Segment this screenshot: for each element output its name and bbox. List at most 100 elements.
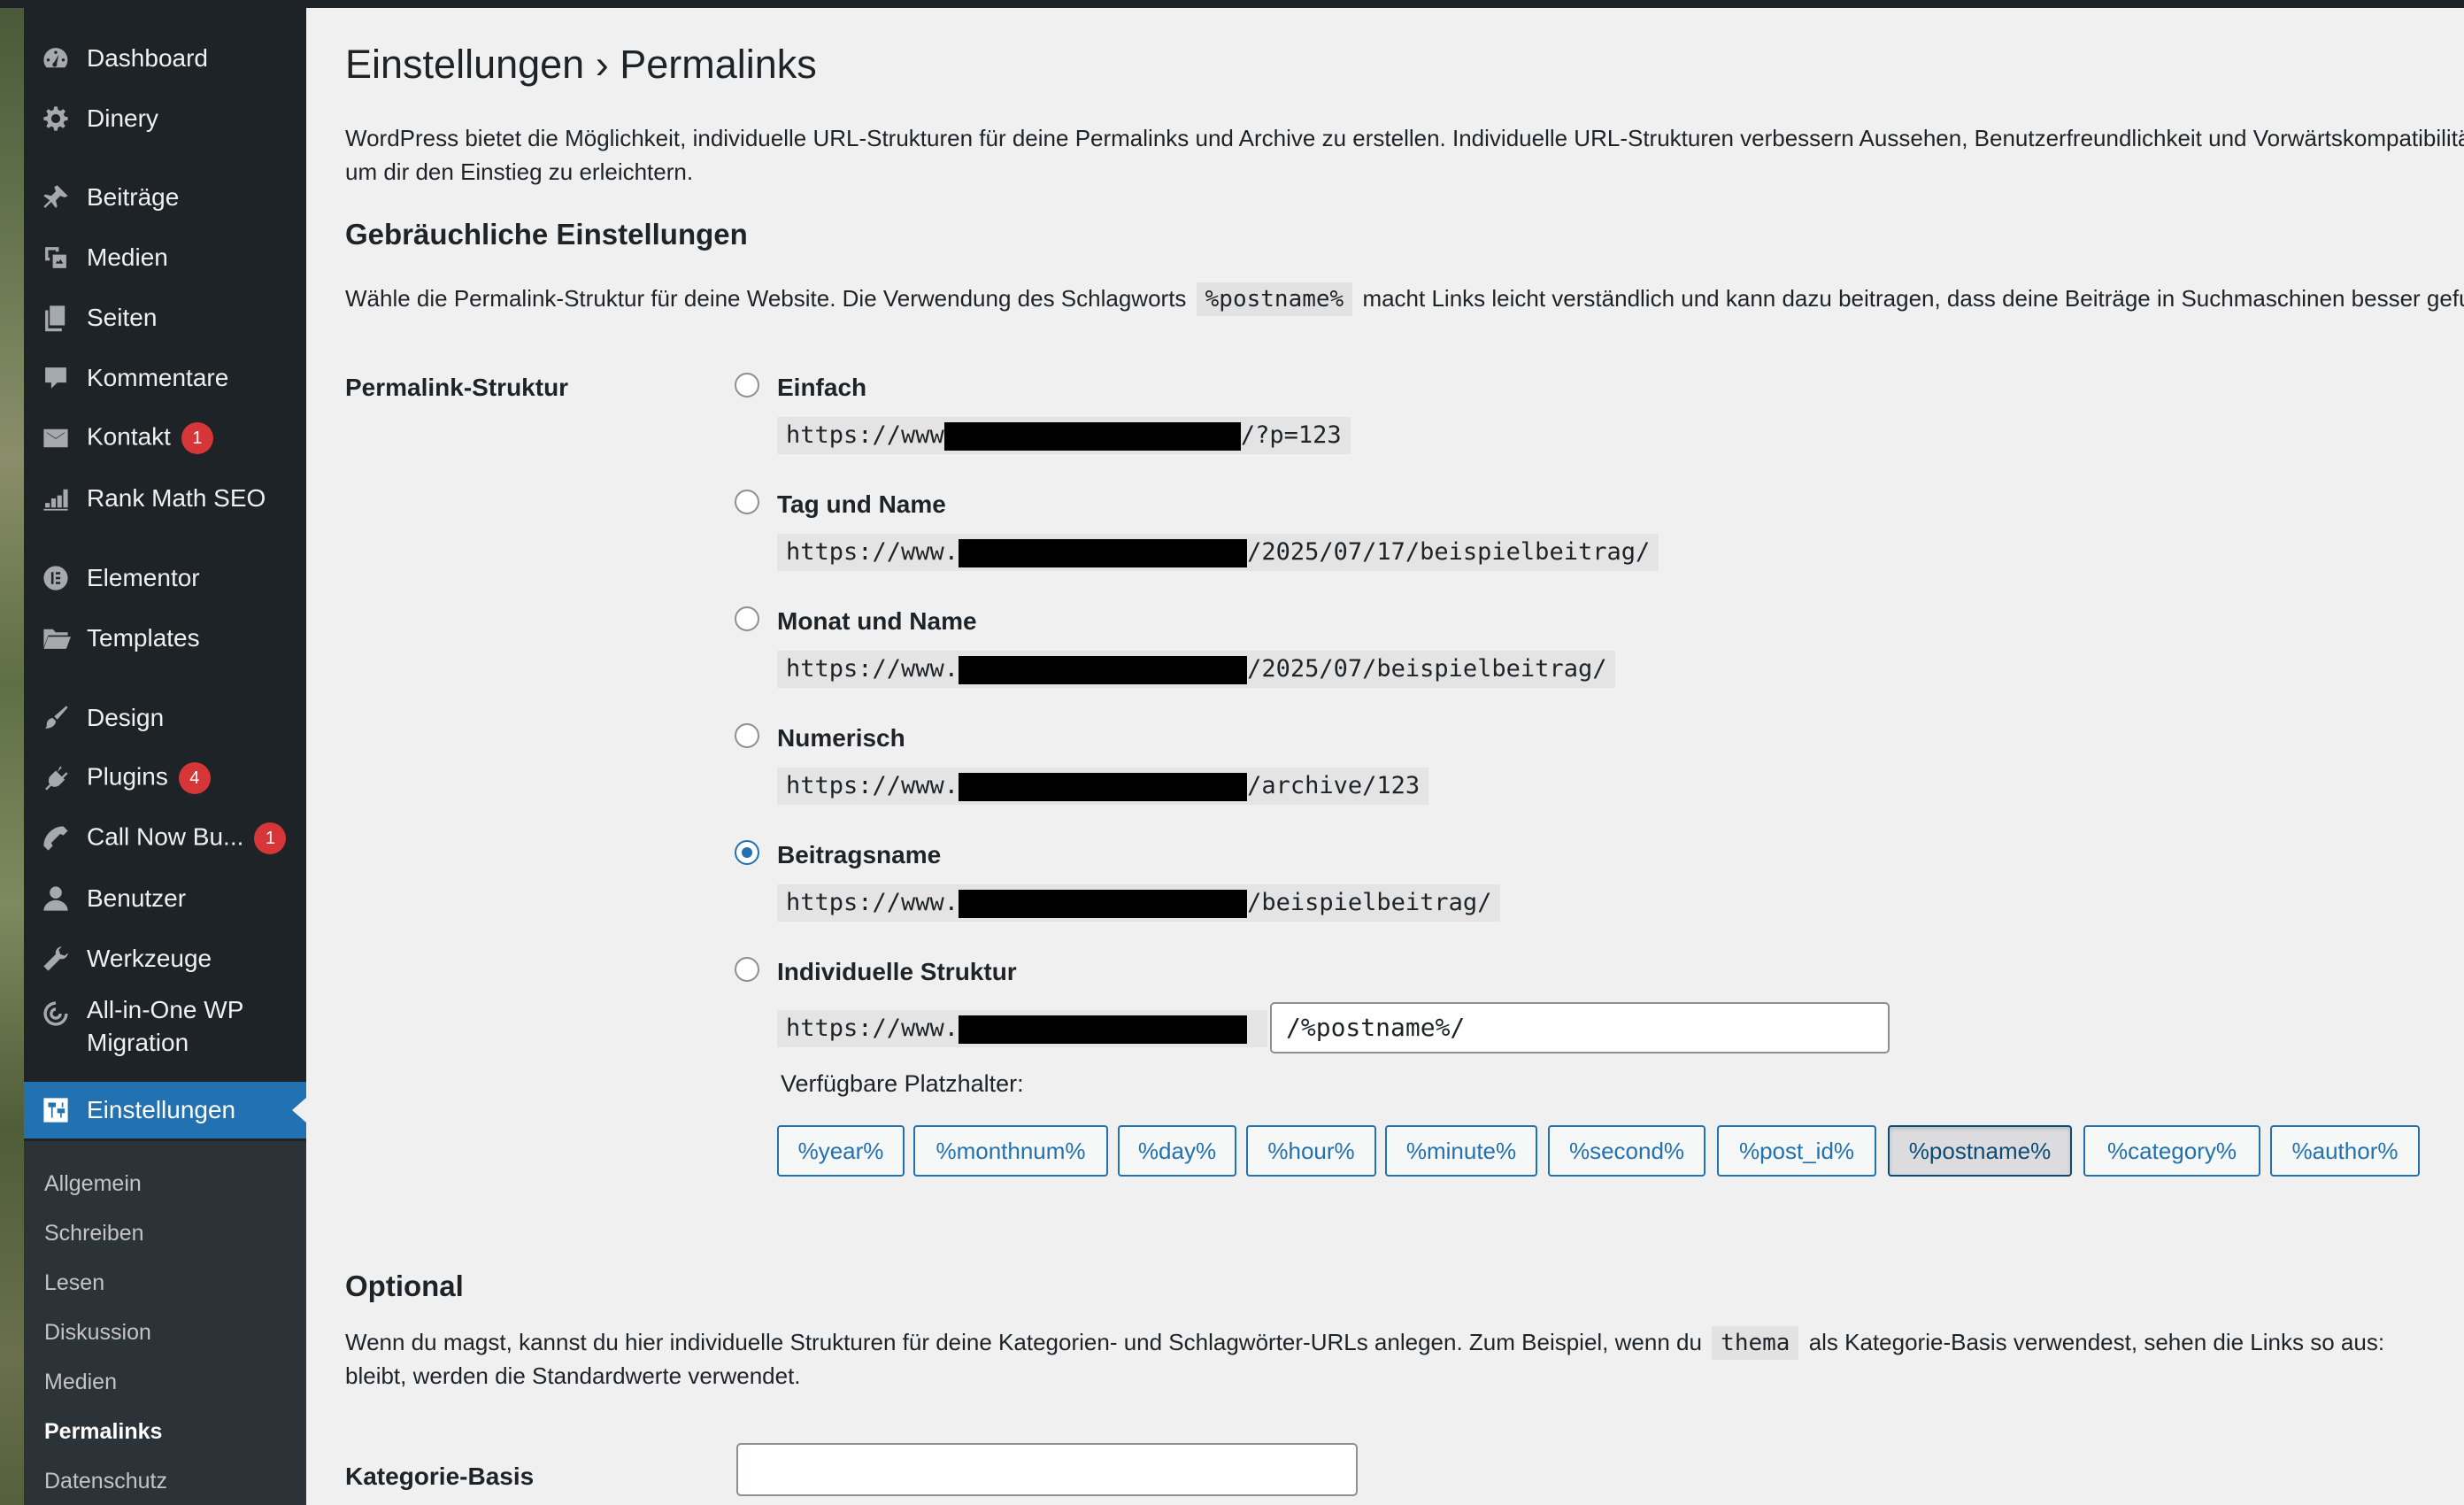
notification-badge: 4 (178, 762, 211, 794)
submenu-item-datenschutz[interactable]: Datenschutz (44, 1469, 167, 1494)
sidebar-item-all-in-one-wp-migration[interactable]: All-in-One WP Migration (24, 991, 306, 1061)
sidebar-item-kommentare[interactable]: Kommentare (24, 350, 306, 406)
sidebar-item-label: Call Now Bu... (87, 822, 244, 851)
admin-top-bar (0, 0, 2464, 8)
redacted-domain (959, 889, 1248, 918)
sidebar-item-dinery[interactable]: Dinery (24, 90, 306, 147)
sidebar-item-werkzeuge[interactable]: Werkzeuge (24, 930, 306, 987)
settings-submenu: Allgemein Schreiben Lesen Diskussion Med… (24, 1141, 306, 1505)
placeholder-button-hour[interactable]: %hour% (1246, 1125, 1376, 1177)
optional-description-line2: bleibt, werden die Standardwerte verwend… (345, 1362, 801, 1389)
placeholder-button-second[interactable]: %second% (1548, 1125, 1706, 1177)
settings-icon (38, 1092, 73, 1128)
sidebar-item-seiten[interactable]: Seiten (24, 289, 306, 346)
background-image-strip (0, 8, 24, 1505)
option-label-individuelle-struktur[interactable]: Individuelle Struktur (777, 958, 1017, 986)
sidebar-item-rank-math-seo[interactable]: Rank Math SEO (24, 470, 306, 527)
radio-beitragsname[interactable] (735, 840, 759, 865)
submenu-item-permalinks[interactable]: Permalinks (44, 1419, 162, 1445)
active-menu-arrow (292, 1098, 306, 1123)
notification-badge: 1 (181, 422, 213, 454)
sidebar-item-design[interactable]: Design (24, 690, 306, 746)
sidebar-item-templates[interactable]: Templates (24, 610, 306, 667)
submenu-item-diskussion[interactable]: Diskussion (44, 1320, 151, 1346)
sidebar-item-label: Plugins (87, 762, 168, 791)
mail-icon (38, 421, 73, 456)
placeholder-button-year[interactable]: %year% (777, 1125, 905, 1177)
redacted-domain (943, 421, 1241, 451)
admin-sidebar: Dashboard Dinery Beiträge Medien Seiten … (24, 8, 306, 1505)
pin-icon (38, 180, 73, 215)
comment-icon (38, 360, 73, 396)
redacted-domain (959, 1015, 1248, 1044)
submenu-item-allgemein[interactable]: Allgemein (44, 1171, 142, 1197)
placeholder-button-day[interactable]: %day% (1118, 1125, 1236, 1177)
sidebar-item-beitraege[interactable]: Beiträge (24, 169, 306, 226)
sidebar-item-einstellungen[interactable]: Einstellungen (24, 1082, 306, 1138)
permalink-structure-label: Permalink-Struktur (345, 374, 569, 401)
option-label-einfach[interactable]: Einfach (777, 374, 866, 402)
option-label-monat-und-name[interactable]: Monat und Name (777, 607, 977, 636)
url-example-beitragsname: https://www./beispielbeitrag/ (777, 884, 1501, 922)
media-icon (38, 240, 73, 275)
chart-icon (38, 481, 73, 516)
pages-icon (38, 300, 73, 336)
migration-icon (38, 996, 73, 1031)
option-label-tag-und-name[interactable]: Tag und Name (777, 490, 946, 519)
option-label-numerisch[interactable]: Numerisch (777, 724, 905, 752)
sidebar-item-call-now-button[interactable]: Call Now Bu... 1 (24, 810, 306, 867)
user-icon (38, 881, 73, 916)
common-settings-description: Wähle die Permalink-Struktur für deine W… (345, 282, 2464, 316)
optional-heading: Optional (345, 1270, 464, 1302)
placeholder-button-post-id[interactable]: %post_id% (1717, 1125, 1876, 1177)
url-example-monat-und-name: https://www./2025/07/beispielbeitrag/ (777, 651, 1616, 688)
submenu-item-lesen[interactable]: Lesen (44, 1270, 104, 1296)
optional-description-line1: Wenn du magst, kannst du hier individuel… (345, 1325, 2384, 1360)
category-base-label: Kategorie-Basis (345, 1463, 535, 1490)
placeholder-button-minute[interactable]: %minute% (1385, 1125, 1537, 1177)
thema-code: thema (1712, 1326, 1799, 1360)
url-example-tag-und-name: https://www./2025/07/17/beispielbeitrag/ (777, 534, 1659, 571)
common-settings-heading: Gebräuchliche Einstellungen (345, 218, 748, 251)
intro-text-line1: WordPress bietet die Möglichkeit, indivi… (345, 125, 2464, 151)
radio-tag-und-name[interactable] (735, 490, 759, 514)
category-base-input[interactable] (736, 1443, 1358, 1496)
submenu-item-medien[interactable]: Medien (44, 1370, 117, 1395)
redacted-domain (959, 655, 1248, 684)
radio-individuelle-struktur[interactable] (735, 957, 759, 982)
radio-einfach[interactable] (735, 373, 759, 397)
redacted-domain (959, 772, 1248, 801)
notification-badge: 1 (254, 822, 287, 854)
postname-code: %postname% (1196, 282, 1353, 316)
gear-icon (38, 101, 73, 136)
sidebar-item-benutzer[interactable]: Benutzer (24, 870, 306, 927)
sidebar-item-kontakt[interactable]: Kontakt 1 (24, 410, 306, 467)
sidebar-item-elementor[interactable]: Elementor (24, 550, 306, 606)
dashboard-icon (38, 41, 73, 76)
placeholder-button-author[interactable]: %author% (2270, 1125, 2420, 1177)
brush-icon (38, 700, 73, 736)
placeholder-button-monthnum[interactable]: %monthnum% (913, 1125, 1108, 1177)
sidebar-item-plugins[interactable]: Plugins 4 (24, 750, 306, 807)
page-title: Einstellungen › Permalinks (345, 42, 817, 87)
sidebar-item-label: Kontakt (87, 422, 171, 451)
wrench-icon (38, 941, 73, 976)
sidebar-item-dashboard[interactable]: Dashboard (24, 30, 306, 87)
folder-icon (38, 621, 73, 656)
option-label-beitragsname[interactable]: Beitragsname (777, 841, 941, 869)
redacted-domain (959, 538, 1248, 567)
sidebar-item-medien[interactable]: Medien (24, 229, 306, 286)
placeholder-button-postname[interactable]: %postname% (1888, 1125, 2072, 1177)
url-prefix-individuelle-struktur: https://www. (777, 1010, 1267, 1047)
radio-numerisch[interactable] (735, 723, 759, 748)
submenu-item-schreiben[interactable]: Schreiben (44, 1221, 144, 1246)
available-placeholders-label: Verfügbare Platzhalter: (781, 1070, 1024, 1097)
plugin-icon (38, 760, 73, 796)
main-content: Einstellungen › Permalinks WordPress bie… (306, 8, 2464, 1505)
placeholder-button-category[interactable]: %category% (2083, 1125, 2260, 1177)
phone-icon (38, 821, 73, 856)
elementor-icon (38, 560, 73, 596)
radio-monat-und-name[interactable] (735, 606, 759, 631)
intro-text-line2: um dir den Einstieg zu erleichtern. (345, 158, 694, 185)
custom-structure-input[interactable]: /%postname%/ (1270, 1002, 1890, 1054)
